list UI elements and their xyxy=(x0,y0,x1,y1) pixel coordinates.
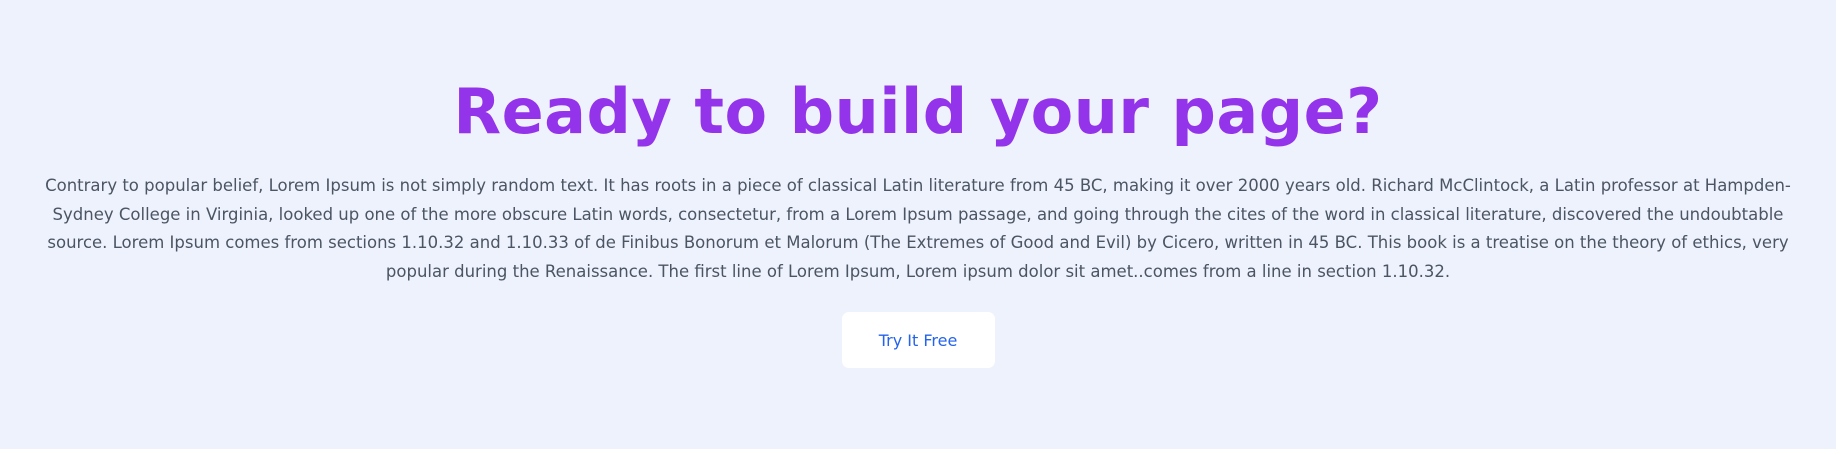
cta-description: Contrary to popular belief, Lorem Ipsum … xyxy=(45,176,1791,281)
try-it-free-button[interactable]: Try It Free xyxy=(841,312,995,368)
cta-section: Ready to build your page? Contrary to po… xyxy=(0,0,1836,449)
cta-heading: Ready to build your page? xyxy=(453,75,1383,148)
